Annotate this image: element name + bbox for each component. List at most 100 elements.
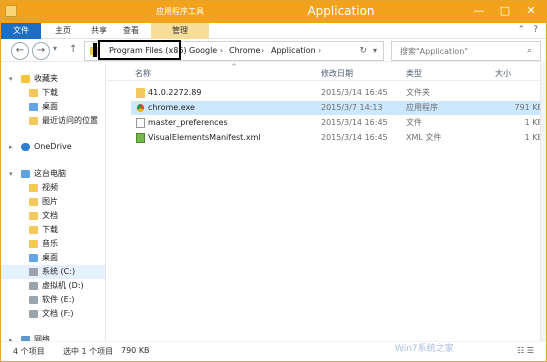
sidebar-item-label: 桌面 [42,253,58,262]
file-size: 791 KB [514,103,543,112]
sidebar-item-onedrive[interactable]: ▸ OneDrive [1,140,105,154]
sidebar-item-label: 这台电脑 [34,169,66,178]
search-icon[interactable]: ⌕ [527,46,532,56]
sidebar-item-label: 文档 (F:) [42,309,74,318]
tab-manage[interactable]: 管理 [151,23,209,39]
column-header-name[interactable]: 名称 [135,68,151,79]
sidebar-item-this-pc[interactable]: ▾ 这台电脑 [1,167,105,181]
sidebar-item-label: 系统 (C:) [42,267,76,276]
chevron-down-icon[interactable]: ▾ [373,46,377,55]
sidebar-item-videos[interactable]: 视频 [1,181,105,195]
search-placeholder: 搜索"Application" [400,47,469,56]
breadcrumb-chrome[interactable]: Chrome [229,46,260,55]
breadcrumb-google[interactable]: Google [189,46,217,55]
refresh-icon[interactable]: ↻ [359,46,367,56]
tab-home[interactable]: 主页 [49,23,77,39]
folder-icon [5,5,17,17]
sidebar-item-label: 文档 [42,211,58,220]
tab-file[interactable]: 文件 [1,23,41,39]
file-explorer-window: 应用程序工具 Application — □ ✕ 文件 主页 共享 查看 管理 … [0,0,547,362]
search-box[interactable]: 搜索"Application" ⌕ [391,41,541,61]
sidebar-item-label: 视频 [42,183,58,192]
sidebar-item-desktop-pc[interactable]: 桌面 [1,251,105,265]
sidebar-item-label: 下载 [42,225,58,234]
vertical-scrollbar[interactable] [540,63,546,341]
view-mode-icons[interactable]: ☷ ☰ [517,346,534,355]
tab-share[interactable]: 共享 [85,23,113,39]
tab-view[interactable]: 查看 [117,23,145,39]
column-header-size[interactable]: 大小 [495,68,511,79]
desktop-icon [29,254,38,262]
sidebar-item-vm-d[interactable]: 虚拟机 (D:) [1,279,105,293]
file-list-pane[interactable]: ^ 名称 修改日期 类型 大小 41.0.2272.89 2015/3/14 1… [107,63,546,341]
file-name: chrome.exe [148,103,195,112]
file-name: 41.0.2272.89 [148,88,202,97]
navigation-bar: ← → ▾ ↑ Program Files (x86) › Google › C… [1,40,546,62]
sidebar-item-documents[interactable]: 文档 [1,209,105,223]
video-folder-icon [29,184,38,192]
sidebar-item-software-e[interactable]: 软件 (E:) [1,293,105,307]
sort-ascending-icon[interactable]: ^ [231,63,237,71]
ribbon-right-controls: ⌃ ? [518,25,538,35]
chevron-right-icon: › [220,46,224,55]
file-type: 文件 [406,118,422,127]
expand-ribbon-icon[interactable]: ⌃ [518,25,526,35]
star-icon [21,75,30,83]
file-type: 文件夹 [406,88,430,97]
column-header-row: ^ 名称 修改日期 类型 大小 [107,63,546,81]
table-row[interactable]: master_preferences 2015/3/14 16:45 文件 1 … [131,116,545,130]
file-date: 2015/3/14 16:45 [321,118,388,127]
sidebar-item-system-c[interactable]: 系统 (C:) [1,265,105,279]
sidebar-item-music[interactable]: 音乐 [1,237,105,251]
forward-button[interactable]: → [32,42,50,60]
sidebar-item-label: 收藏夹 [34,74,58,83]
back-button[interactable]: ← [11,42,29,60]
chevron-right-icon: › [261,46,265,55]
drive-icon [29,310,38,318]
watermark: Win7系统之家 [395,344,454,354]
recent-locations-dropdown[interactable]: ▾ [53,44,57,53]
maximize-button[interactable]: □ [492,1,518,21]
help-icon[interactable]: ? [533,25,538,35]
sidebar-item-desktop[interactable]: 桌面 [1,100,105,114]
chevron-down-icon[interactable]: ▾ [9,72,13,86]
documents-folder-icon [29,212,38,220]
window-title: Application [307,4,375,18]
table-row[interactable]: 41.0.2272.89 2015/3/14 16:45 文件夹 [131,86,545,100]
breadcrumb-highlight-box [98,40,181,60]
sidebar-item-recent[interactable]: 最近访问的位置 [1,114,105,128]
breadcrumb-application[interactable]: Application [271,46,316,55]
sidebar-item-downloads-pc[interactable]: 下载 [1,223,105,237]
column-header-date[interactable]: 修改日期 [321,68,353,79]
status-bar: 4 个项目 选中 1 个项目 790 KB ☷ ☰ [1,341,546,361]
folder-icon [136,88,145,98]
context-tab-app-tools[interactable]: 应用程序工具 [151,4,209,20]
file-date: 2015/3/14 16:45 [321,88,388,97]
chevron-right-icon: › [318,46,322,55]
sidebar-item-label: 图片 [42,197,58,206]
sidebar-item-pictures[interactable]: 图片 [1,195,105,209]
table-row[interactable]: VisualElementsManifest.xml 2015/3/14 16:… [131,131,545,145]
chevron-down-icon[interactable]: ▾ [9,167,13,181]
desktop-icon [29,103,38,111]
pictures-folder-icon [29,198,38,206]
table-row[interactable]: chrome.exe 2015/3/7 14:13 应用程序 791 KB [131,101,545,115]
navigation-pane[interactable]: ▾ 收藏夹 下载 桌面 最近访问的位置 ▸ OneDrive ▾ 这台电脑 视频 图片… [1,63,106,344]
sidebar-item-label: 虚拟机 (D:) [42,281,84,290]
sidebar-item-downloads[interactable]: 下载 [1,86,105,100]
downloads-folder-icon [29,226,38,234]
annotation-marker [93,43,97,57]
ribbon-tabs: 文件 主页 共享 查看 管理 ⌃ ? [1,23,546,39]
sidebar-item-documents-f[interactable]: 文档 (F:) [1,307,105,321]
minimize-button[interactable]: — [466,1,492,21]
sidebar-item-favorites[interactable]: ▾ 收藏夹 [1,72,105,86]
sidebar-item-label: 最近访问的位置 [42,116,98,125]
chevron-right-icon[interactable]: ▸ [9,140,13,154]
file-name: VisualElementsManifest.xml [148,133,261,142]
close-button[interactable]: ✕ [518,1,544,21]
column-header-type[interactable]: 类型 [406,68,422,79]
title-bar: 应用程序工具 Application — □ ✕ [1,1,546,23]
window-controls: — □ ✕ [466,1,544,21]
up-button[interactable]: ↑ [69,44,77,55]
sidebar-item-label: OneDrive [34,142,72,151]
